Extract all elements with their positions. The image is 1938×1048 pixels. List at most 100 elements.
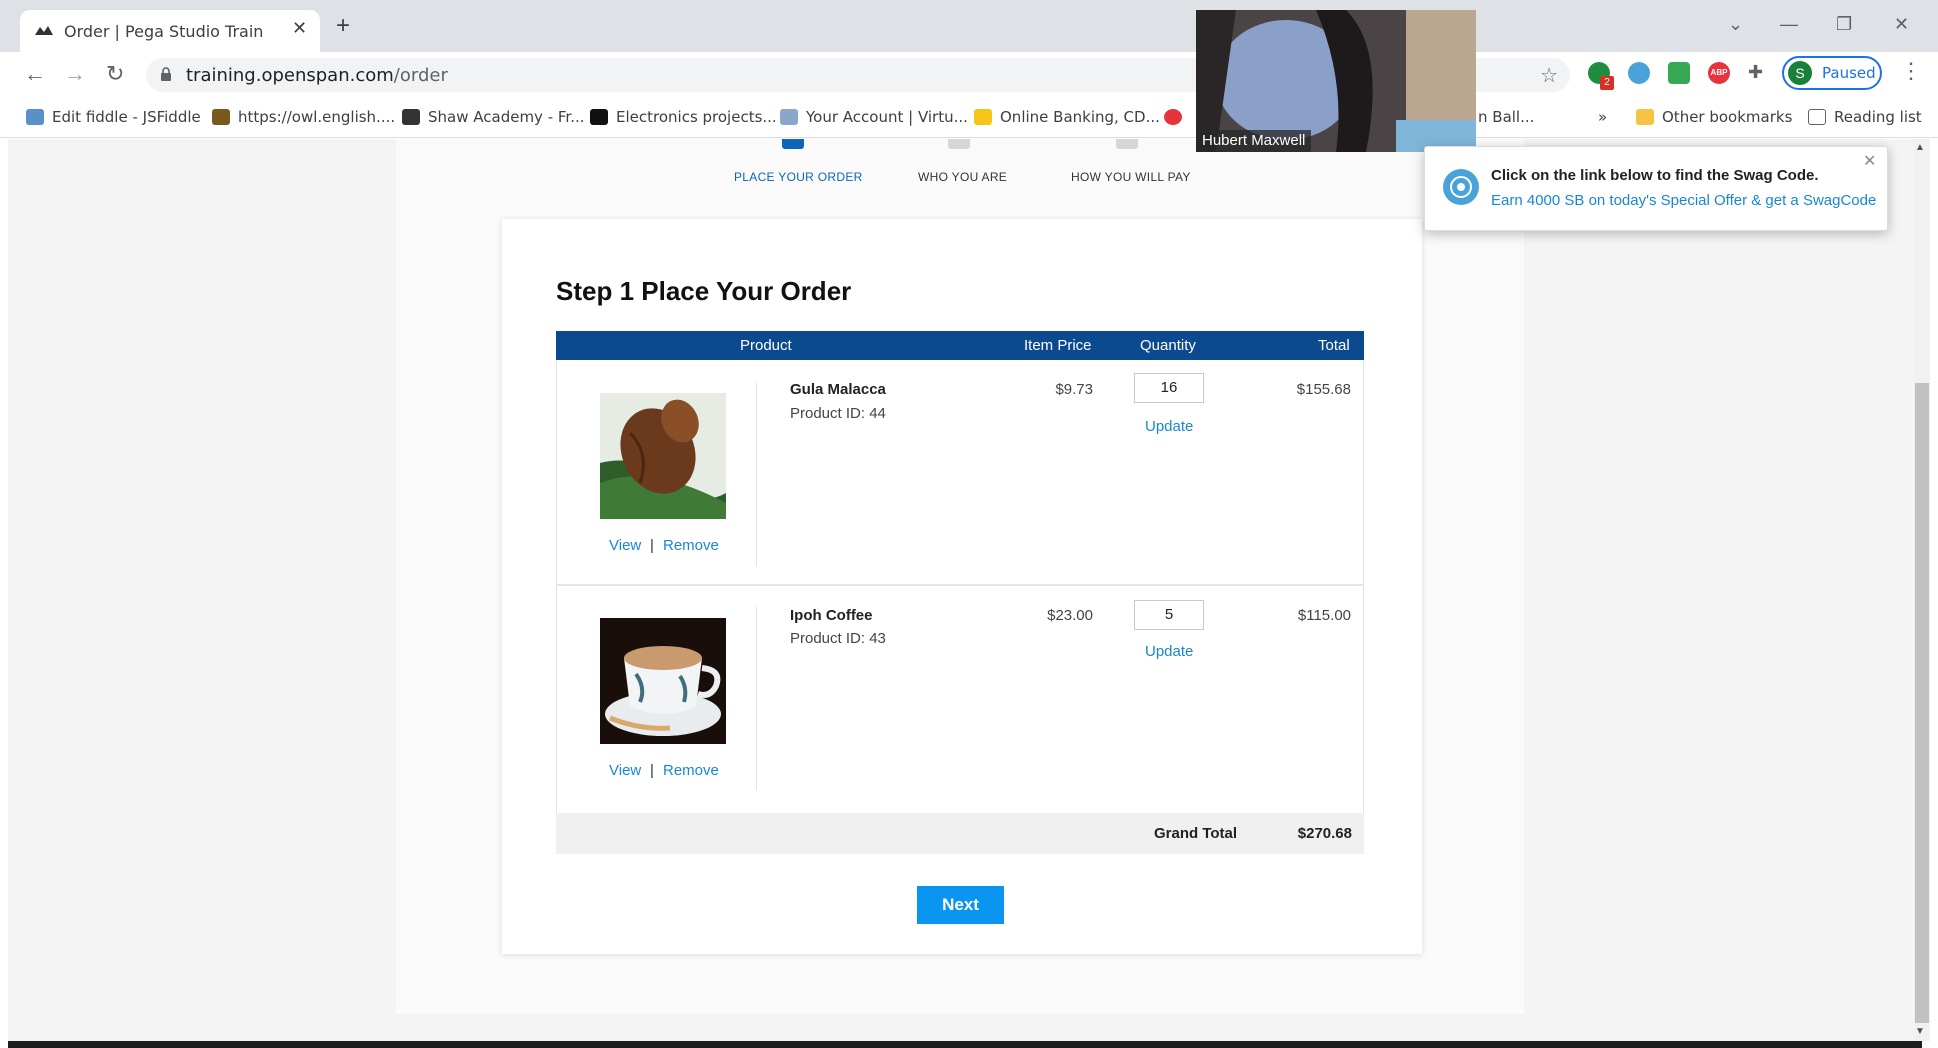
- quantity-input[interactable]: 16: [1134, 373, 1204, 403]
- step-how-you-will-pay[interactable]: HOW YOU WILL PAY: [1071, 170, 1191, 184]
- bookmarks-bar: Edit fiddle - JSFiddle https://owl.engli…: [0, 98, 1938, 138]
- avatar: S: [1788, 61, 1812, 85]
- bookmark-item[interactable]: https://owl.english....: [212, 108, 395, 126]
- remove-link[interactable]: Remove: [663, 762, 719, 779]
- update-link[interactable]: Update: [1145, 643, 1193, 660]
- table-header: Product Item Price Quantity Total: [556, 331, 1364, 360]
- next-button[interactable]: Next: [917, 886, 1004, 924]
- new-tab-button[interactable]: +: [336, 14, 350, 38]
- page-title: Step 1 Place Your Order: [556, 276, 852, 306]
- participant-name: Hubert Maxwell: [1196, 130, 1312, 152]
- reload-icon[interactable]: ↻: [106, 62, 124, 86]
- column-item-price: Item Price: [1024, 337, 1092, 354]
- bookmark-item[interactable]: Your Account | Virtu...: [780, 108, 968, 126]
- url-path: /order: [393, 65, 448, 86]
- puzzle-extensions-icon[interactable]: ✚: [1748, 62, 1763, 83]
- profile-button[interactable]: S Paused: [1782, 56, 1882, 90]
- column-product: Product: [740, 337, 792, 354]
- document-icon: [780, 109, 798, 125]
- line-total: $115.00: [1297, 607, 1351, 624]
- adblock-extension-icon[interactable]: ABP: [1708, 62, 1730, 84]
- quantity-input[interactable]: 5: [1134, 600, 1204, 630]
- other-bookmarks[interactable]: Other bookmarks: [1636, 108, 1792, 126]
- row-divider: [556, 584, 1364, 586]
- minimize-icon[interactable]: —: [1780, 14, 1798, 35]
- scrollbar-thumb[interactable]: [1915, 383, 1929, 1023]
- item-price: $23.00: [1047, 607, 1093, 624]
- bookmark-label: Reading list: [1834, 108, 1922, 126]
- reading-list-icon: [1808, 109, 1826, 125]
- taskbar: [8, 1041, 1922, 1048]
- close-icon[interactable]: ✕: [1863, 151, 1876, 171]
- bookmark-label: Edit fiddle - JSFiddle: [52, 108, 201, 126]
- bookmark-label: Your Account | Virtu...: [806, 108, 968, 126]
- column-quantity: Quantity: [1140, 337, 1196, 354]
- electronics-icon: [590, 109, 608, 125]
- link-separator: |: [650, 762, 654, 779]
- folder-icon: [1636, 109, 1654, 125]
- owl-icon: [212, 109, 230, 125]
- bookmark-item[interactable]: Shaw Academy - Fr...: [402, 108, 585, 126]
- url-host: training.openspan.com: [186, 65, 394, 86]
- special-offer-link[interactable]: Earn 4000 SB on today's Special Offer & …: [1491, 192, 1876, 209]
- back-icon[interactable]: ←: [24, 62, 46, 86]
- column-total: Total: [1318, 337, 1350, 354]
- swag-code-notification: Click on the link below to find the Swag…: [1424, 146, 1888, 231]
- column-divider: [756, 606, 757, 790]
- notification-title: Click on the link below to find the Swag…: [1491, 167, 1819, 184]
- tab-strip: Order | Pega Studio Training Web ✕ + ⌄ —…: [0, 0, 1938, 52]
- pega-favicon-icon: [35, 26, 53, 35]
- product-id: Product ID: 43: [790, 630, 886, 647]
- bookmark-label: n Ball...: [1478, 108, 1535, 126]
- green-extension-icon[interactable]: [1668, 62, 1690, 84]
- profile-status: Paused: [1822, 64, 1876, 82]
- grand-total-row: [556, 813, 1364, 854]
- browser-tab[interactable]: Order | Pega Studio Training Web ✕: [20, 10, 320, 52]
- scroll-up-icon[interactable]: ▲: [1915, 142, 1925, 153]
- bookmark-label: Online Banking, CD...: [1000, 108, 1160, 126]
- product-image-gula-malacca[interactable]: [600, 393, 726, 519]
- view-link[interactable]: View: [609, 762, 641, 779]
- bookmark-item[interactable]: [1164, 108, 1190, 126]
- product-image-ipoh-coffee[interactable]: [600, 618, 726, 744]
- more-menu-icon[interactable]: ⋮: [1900, 58, 1922, 84]
- bookmark-item[interactable]: Online Banking, CD...: [974, 108, 1160, 126]
- bookmark-item[interactable]: Electronics projects...: [590, 108, 777, 126]
- close-window-icon[interactable]: ✕: [1894, 14, 1909, 35]
- step-who-you-are[interactable]: WHO YOU ARE: [918, 170, 1007, 184]
- step-place-order[interactable]: PLACE YOUR ORDER: [734, 170, 863, 184]
- browser-window: Order | Pega Studio Training Web ✕ + ⌄ —…: [0, 0, 1938, 1048]
- ipoh-coffee-image: [600, 618, 726, 744]
- gula-malacca-image: [600, 393, 726, 519]
- view-link[interactable]: View: [609, 537, 641, 554]
- bookmark-item[interactable]: n Ball...: [1478, 108, 1534, 126]
- remove-link[interactable]: Remove: [663, 537, 719, 554]
- more-bookmarks-icon[interactable]: »: [1598, 108, 1607, 126]
- tab-close-icon[interactable]: ✕: [292, 18, 307, 39]
- reading-list[interactable]: Reading list: [1808, 108, 1922, 126]
- line-total: $155.68: [1296, 381, 1351, 398]
- extension-badge: 2: [1600, 76, 1614, 90]
- bookmark-label: Other bookmarks: [1662, 108, 1793, 126]
- item-price: $9.73: [1055, 381, 1093, 398]
- url-text: training.openspan.com/order: [186, 65, 448, 86]
- step-marker-active: [782, 139, 804, 149]
- red-circle-icon: [1164, 109, 1182, 125]
- grand-total-label: Grand Total: [1154, 825, 1238, 842]
- update-link[interactable]: Update: [1145, 418, 1193, 435]
- scroll-down-icon[interactable]: ▼: [1915, 1026, 1925, 1037]
- forward-icon[interactable]: →: [64, 62, 86, 86]
- product-id: Product ID: 44: [790, 405, 886, 422]
- grand-total-value: $270.68: [1297, 825, 1352, 842]
- swagbucks-extension-icon[interactable]: [1628, 62, 1650, 84]
- bookmark-item[interactable]: Edit fiddle - JSFiddle: [26, 108, 201, 126]
- restore-icon[interactable]: ❐: [1836, 14, 1852, 35]
- bookmark-star-icon[interactable]: ☆: [1540, 63, 1558, 88]
- bookmark-label: https://owl.english....: [238, 108, 396, 126]
- tab-search-icon[interactable]: ⌄: [1728, 14, 1743, 35]
- step-marker: [1116, 139, 1138, 149]
- step-marker: [948, 139, 970, 149]
- shaw-academy-icon: [402, 109, 420, 125]
- swagbucks-logo: [1450, 176, 1472, 198]
- bank-icon: [974, 109, 992, 125]
